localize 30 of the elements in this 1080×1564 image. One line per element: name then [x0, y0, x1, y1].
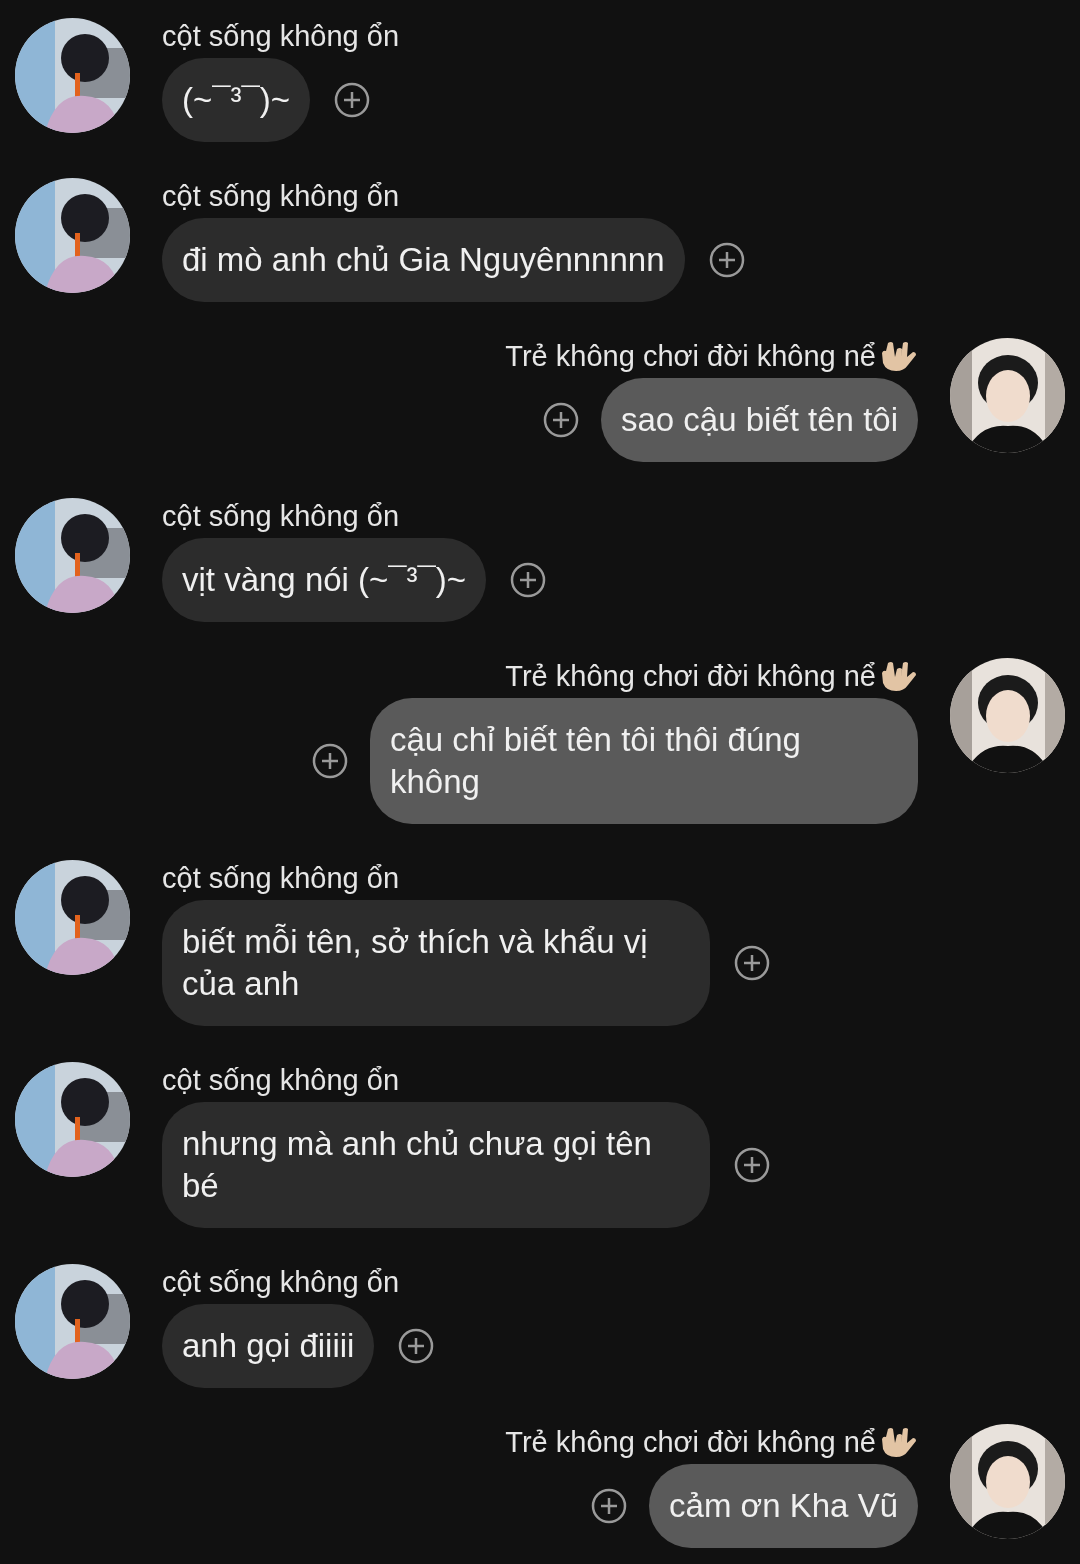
message-bubble: biết mỗi tên, sở thích và khẩu vị của anh [162, 900, 710, 1026]
add-icon[interactable] [734, 1147, 770, 1183]
sender-name: cột sống không ổn [162, 19, 399, 53]
sender-name: Trẻ không chơi đời không nể [505, 339, 876, 373]
hand-gesture-icon [882, 659, 918, 693]
sender-name: cột sống không ổn [162, 499, 399, 533]
message-bubble: đi mò anh chủ Gia Nguyênnnnnn [162, 218, 685, 302]
message-bubble: vịt vàng nói (~¯³¯)~ [162, 538, 487, 622]
message-bubble: cảm ơn Kha Vũ [649, 1464, 918, 1548]
sender-name: cột sống không ổn [162, 1063, 399, 1097]
add-icon[interactable] [333, 82, 370, 118]
sender-name: Trẻ không chơi đời không nể [505, 1425, 876, 1459]
message-bubble: sao cậu biết tên tôi [600, 378, 918, 462]
add-icon[interactable] [591, 1488, 628, 1524]
sender-name: cột sống không ổn [162, 179, 399, 213]
sender-name: cột sống không ổn [162, 861, 399, 895]
message-bubble: (~¯³¯)~ [162, 58, 310, 142]
hand-gesture-icon [882, 1425, 918, 1459]
message-bubble: anh gọi điiiii [162, 1304, 375, 1388]
add-icon[interactable] [312, 743, 348, 779]
message-bubble: cậu chỉ biết tên tôi thôi đúng không [370, 698, 918, 824]
sender-name: Trẻ không chơi đời không nể [505, 659, 876, 693]
add-icon[interactable] [708, 242, 745, 278]
message-bubble: nhưng mà anh chủ chưa gọi tên bé [162, 1102, 710, 1228]
add-icon[interactable] [510, 562, 547, 598]
add-icon[interactable] [734, 945, 770, 981]
add-icon[interactable] [542, 402, 579, 438]
hand-gesture-icon [882, 339, 918, 373]
sender-name: cột sống không ổn [162, 1265, 399, 1299]
add-icon[interactable] [398, 1328, 435, 1364]
